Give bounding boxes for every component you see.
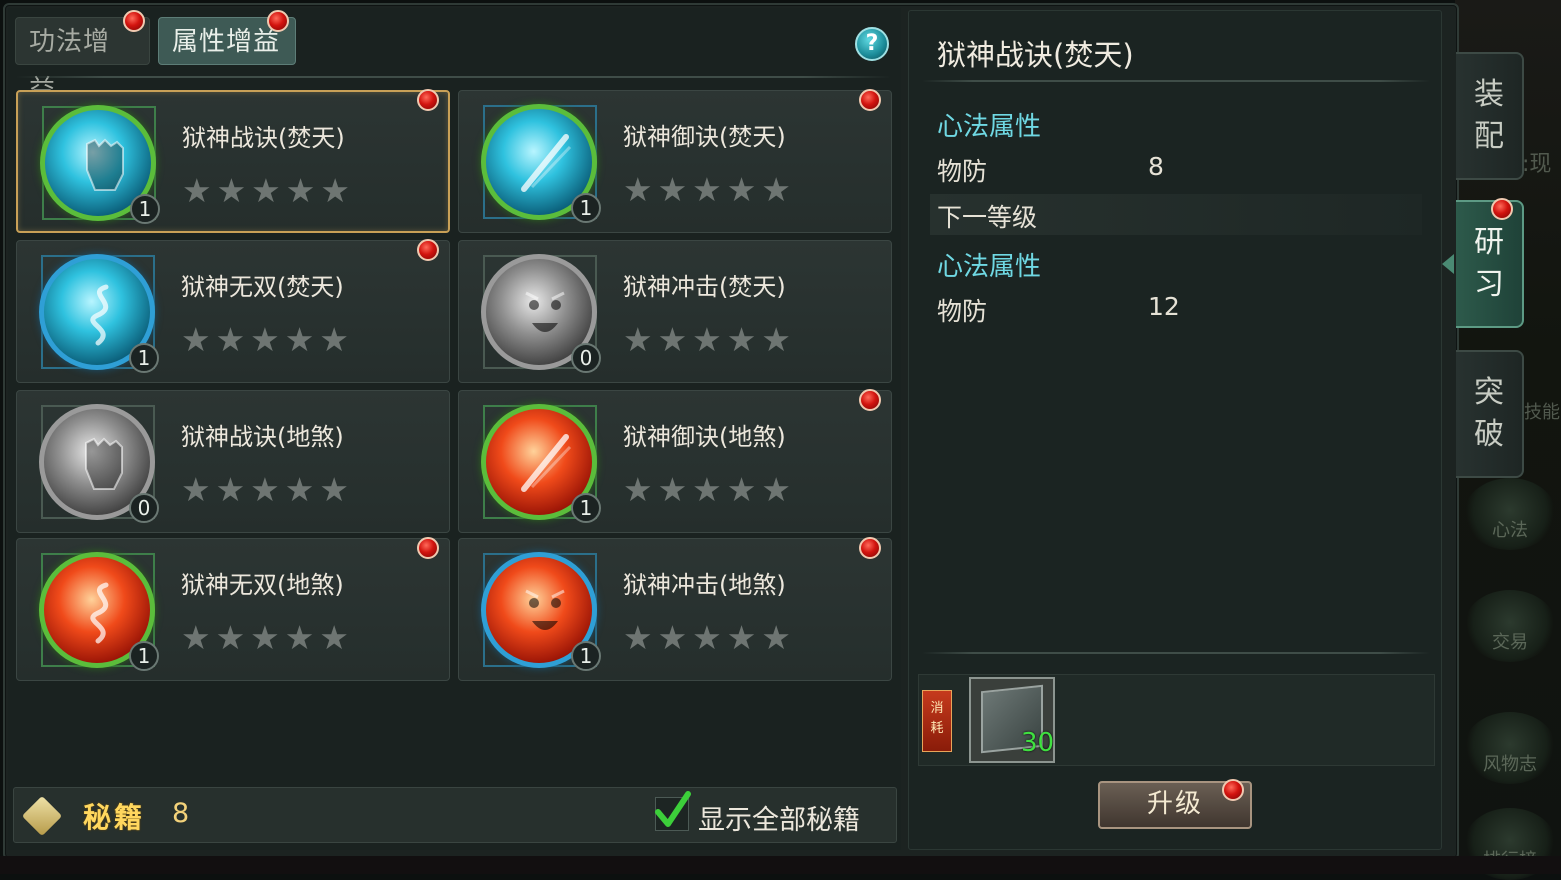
checkmark-icon (655, 791, 691, 827)
fist-icon-glyph (86, 138, 124, 191)
star-rating: ★★★★★ (623, 320, 796, 359)
dragon-icon-glyph (90, 582, 109, 644)
bottom-chat-strip (0, 856, 1561, 874)
background-partial-text: 技能 (1524, 402, 1560, 423)
background-menu-trade: 交易 (1464, 590, 1556, 662)
skill-level-badge: 1 (571, 641, 601, 671)
skill-level-badge: 1 (129, 343, 159, 373)
shield-slash-icon-glyph (521, 434, 572, 492)
background-menu-fengwuzhi: 风物志 (1464, 712, 1556, 784)
skill-level-badge: 0 (571, 343, 601, 373)
skill-name: 狱神战诀(地煞) (181, 423, 344, 451)
skill-level-badge: 1 (571, 493, 601, 523)
side-tab-label: 突破 (1474, 375, 1504, 452)
skill-card[interactable]: 1 狱神无双(焚天) ★★★★★ (16, 240, 450, 383)
background-menu-xinfa: 心法 (1464, 478, 1556, 550)
divider (922, 80, 1430, 82)
active-tab-pointer (1442, 254, 1454, 274)
detail-title: 狱神战诀(焚天) (937, 38, 1134, 72)
skill-card[interactable]: 1 狱神战诀(焚天) ★★★★★ (16, 90, 450, 233)
notification-dot (859, 537, 881, 559)
show-all-checkbox[interactable] (655, 791, 691, 831)
star-rating: ★★★★★ (623, 170, 796, 209)
notification-dot (1222, 779, 1244, 801)
side-tab-label: 装配 (1474, 77, 1504, 154)
skill-level-badge: 1 (129, 641, 159, 671)
skill-name: 狱神御诀(地煞) (623, 423, 786, 451)
notification-dot (417, 89, 439, 111)
side-tab-label: 研习 (1474, 225, 1504, 302)
show-all-label[interactable]: 显示全部秘籍 (698, 798, 860, 837)
next-attribute-heading: 心法属性 (937, 252, 1042, 282)
dragon-icon-glyph (90, 284, 109, 346)
shield-slash-icon-glyph (521, 134, 572, 192)
notification-dot (417, 239, 439, 261)
cost-tag: 消耗 (922, 690, 952, 752)
skill-card[interactable]: 1 狱神无双(地煞) ★★★★★ (16, 538, 450, 681)
star-rating: ★★★★★ (182, 171, 355, 210)
side-tab-breakthrough[interactable]: 突破 (1456, 350, 1524, 478)
background-partial-text: :现 (1522, 152, 1552, 177)
side-tab-equip[interactable]: 装配 (1456, 52, 1524, 180)
skill-card[interactable]: 1 狱神冲击(地煞) ★★★★★ (458, 538, 892, 681)
star-rating: ★★★★★ (623, 470, 796, 509)
notification-dot (123, 10, 145, 32)
side-tab-study[interactable]: 研习 (1456, 200, 1524, 328)
cost-item-quantity: 30 (1021, 728, 1055, 758)
current-stat-value: 8 (1148, 152, 1164, 181)
skill-name: 狱神无双(地煞) (181, 571, 344, 599)
next-stat-name: 物防 (937, 297, 988, 326)
skill-card[interactable]: 1 狱神御诀(焚天) ★★★★★ (458, 90, 892, 233)
skill-name: 狱神冲击(焚天) (623, 273, 786, 301)
secret-book-count: 8 (172, 798, 190, 829)
skill-card[interactable]: 1 狱神御诀(地煞) ★★★★★ (458, 390, 892, 533)
star-rating: ★★★★★ (623, 618, 796, 657)
cost-tag-text: 消耗 (930, 701, 944, 736)
notification-dot (267, 10, 289, 32)
beast-face-icon-glyph (525, 291, 565, 332)
current-stat-name: 物防 (937, 157, 988, 186)
notification-dot (859, 389, 881, 411)
next-level-label: 下一等级 (937, 203, 1038, 232)
secret-book-label: 秘籍 (83, 801, 146, 834)
skill-level-badge: 1 (571, 193, 601, 223)
divider (16, 76, 891, 78)
skill-card[interactable]: 0 狱神冲击(焚天) ★★★★★ (458, 240, 892, 383)
star-rating: ★★★★★ (181, 470, 354, 509)
skill-name: 狱神御诀(焚天) (623, 123, 786, 151)
notification-dot (859, 89, 881, 111)
skill-level-badge: 1 (130, 194, 160, 224)
star-rating: ★★★★★ (181, 320, 354, 359)
skill-level-badge: 0 (129, 493, 159, 523)
next-stat-value: 12 (1148, 292, 1180, 321)
skill-name: 狱神冲击(地煞) (623, 571, 786, 599)
fist-icon-glyph (85, 437, 123, 490)
skill-card[interactable]: 0 狱神战诀(地煞) ★★★★★ (16, 390, 450, 533)
notification-dot (417, 537, 439, 559)
divider (922, 652, 1430, 654)
star-rating: ★★★★★ (181, 618, 354, 657)
notification-dot (1491, 198, 1513, 220)
help-icon[interactable]: ? (855, 27, 889, 61)
skill-name: 狱神战诀(焚天) (182, 124, 345, 152)
skill-name: 狱神无双(焚天) (181, 273, 344, 301)
current-attribute-heading: 心法属性 (937, 112, 1042, 142)
beast-face-icon-glyph (525, 589, 565, 630)
